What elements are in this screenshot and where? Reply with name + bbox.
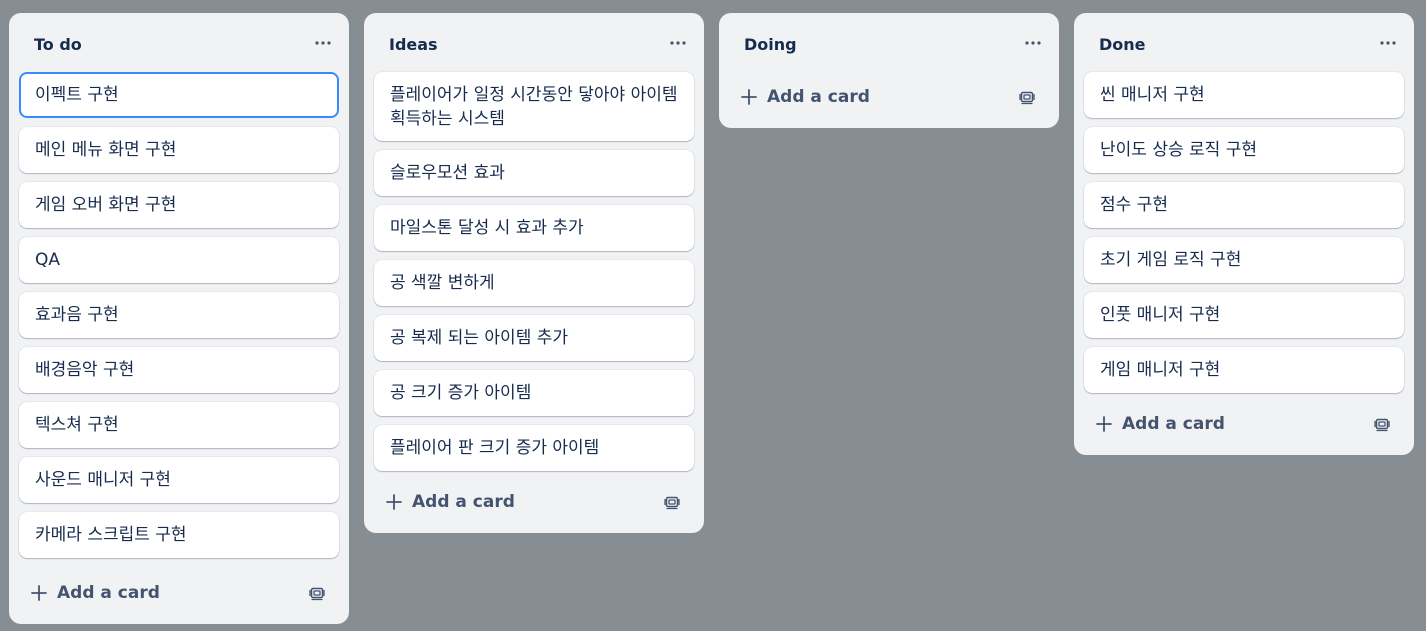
card[interactable]: 초기 게임 로직 구현 [1084, 237, 1404, 283]
add-card-button[interactable]: Add a card [386, 492, 515, 512]
list-menu-button[interactable] [1017, 27, 1049, 59]
list-doing: Doing Add a card [719, 13, 1059, 128]
card[interactable]: 메인 메뉴 화면 구현 [19, 127, 339, 173]
list-header: Done [1084, 13, 1404, 72]
ellipsis-icon [315, 40, 331, 45]
add-card-button[interactable]: Add a card [1096, 414, 1225, 434]
card-template-icon [664, 496, 680, 510]
add-card-label: Add a card [767, 86, 870, 107]
list-done: Done 씬 매니저 구현 난이도 상승 로직 구현 점수 구현 초기 게임 로… [1074, 13, 1414, 455]
list-header: Doing [729, 13, 1049, 72]
card[interactable]: 사운드 매니저 구현 [19, 457, 339, 503]
plus-icon [31, 585, 47, 601]
card-template-icon [1374, 418, 1390, 432]
card[interactable]: 점수 구현 [1084, 182, 1404, 228]
card[interactable]: 이펙트 구현 [19, 72, 339, 118]
card[interactable]: 공 크기 증가 아이템 [374, 370, 694, 416]
card[interactable]: QA [19, 237, 339, 283]
card[interactable]: 게임 매니저 구현 [1084, 347, 1404, 393]
card[interactable]: 게임 오버 화면 구현 [19, 182, 339, 228]
board: To do 이펙트 구현 메인 메뉴 화면 구현 게임 오버 화면 구현 QA … [0, 0, 1426, 631]
add-card-row: Add a card [374, 471, 694, 533]
ellipsis-icon [670, 40, 686, 45]
card[interactable]: 효과음 구현 [19, 292, 339, 338]
list-header: Ideas [374, 13, 694, 72]
create-from-template-button[interactable] [1366, 408, 1398, 440]
plus-icon [386, 494, 402, 510]
ellipsis-icon [1025, 40, 1041, 45]
create-from-template-button[interactable] [301, 577, 333, 609]
card[interactable]: 씬 매니저 구현 [1084, 72, 1404, 118]
list-ideas: Ideas 플레이어가 일정 시간동안 닿아야 아이템 획득하는 시스템 슬로우… [364, 13, 704, 533]
add-card-row: Add a card [19, 562, 339, 624]
add-card-button[interactable]: Add a card [741, 87, 870, 107]
list-menu-button[interactable] [662, 27, 694, 59]
card[interactable]: 마일스톤 달성 시 효과 추가 [374, 205, 694, 251]
card[interactable]: 공 색깔 변하게 [374, 260, 694, 306]
card[interactable]: 플레이어 판 크기 증가 아이템 [374, 425, 694, 471]
list-header: To do [19, 13, 339, 72]
plus-icon [741, 88, 757, 105]
add-card-row: Add a card [729, 65, 1049, 128]
list-menu-button[interactable] [1372, 27, 1404, 59]
list-todo: To do 이펙트 구현 메인 메뉴 화면 구현 게임 오버 화면 구현 QA … [9, 13, 349, 624]
card[interactable]: 슬로우모션 효과 [374, 150, 694, 196]
add-card-label: Add a card [57, 583, 160, 603]
card[interactable]: 인풋 매니저 구현 [1084, 292, 1404, 338]
card-list: 씬 매니저 구현 난이도 상승 로직 구현 점수 구현 초기 게임 로직 구현 … [1084, 72, 1404, 393]
card-template-icon [1019, 91, 1035, 104]
add-card-label: Add a card [412, 492, 515, 512]
add-card-label: Add a card [1122, 414, 1225, 434]
card[interactable]: 배경음악 구현 [19, 347, 339, 393]
card[interactable]: 난이도 상승 로직 구현 [1084, 127, 1404, 173]
list-title[interactable]: Ideas [389, 35, 438, 54]
list-title[interactable]: Done [1099, 35, 1146, 54]
card[interactable]: 텍스쳐 구현 [19, 402, 339, 448]
list-menu-button[interactable] [307, 27, 339, 59]
card-template-icon [309, 587, 325, 601]
card[interactable]: 카메라 스크립트 구현 [19, 512, 339, 558]
card[interactable]: 공 복제 되는 아이템 추가 [374, 315, 694, 361]
add-card-row: Add a card [1084, 393, 1404, 455]
list-title[interactable]: Doing [744, 35, 797, 54]
card-list: 이펙트 구현 메인 메뉴 화면 구현 게임 오버 화면 구현 QA 효과음 구현… [19, 72, 339, 558]
ellipsis-icon [1380, 40, 1396, 45]
create-from-template-button[interactable] [1011, 81, 1043, 113]
list-title[interactable]: To do [34, 35, 82, 54]
card[interactable]: 플레이어가 일정 시간동안 닿아야 아이템 획득하는 시스템 [374, 72, 694, 141]
add-card-button[interactable]: Add a card [31, 583, 160, 603]
plus-icon [1096, 416, 1112, 432]
create-from-template-button[interactable] [656, 486, 688, 518]
card-list: 플레이어가 일정 시간동안 닿아야 아이템 획득하는 시스템 슬로우모션 효과 … [374, 72, 694, 471]
